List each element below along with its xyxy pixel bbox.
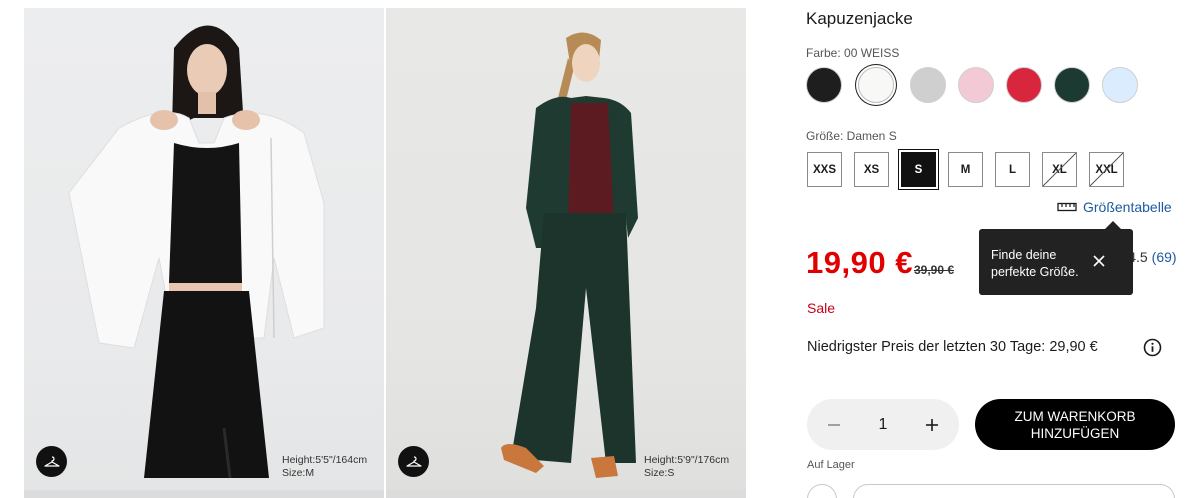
add-to-cart-button[interactable]: ZUM WARENKORB HINZUFÜGEN <box>975 399 1175 450</box>
size-selector: XXS XS S M L XL XXL <box>807 152 1124 187</box>
next-image-row <box>24 490 384 498</box>
color-swatch-gray[interactable] <box>910 67 946 103</box>
model-info: Height:5'5"/164cm Size:M <box>282 454 367 480</box>
size-option-l[interactable]: L <box>995 152 1030 187</box>
ruler-icon <box>1057 202 1077 212</box>
size-option-s[interactable]: S <box>901 152 936 187</box>
next-image-row <box>386 490 746 498</box>
product-image-1[interactable]: Height:5'5"/164cm Size:M <box>24 8 384 490</box>
unavailable-strike <box>1090 153 1123 186</box>
increase-quantity-button[interactable] <box>923 416 941 434</box>
tooltip-text: Finde deine perfekte Größe. <box>991 248 1079 279</box>
size-advisor-tooltip: Finde deine perfekte Größe. <box>979 221 1133 295</box>
size-label: Größe: Damen S <box>806 129 897 143</box>
hanger-icon <box>405 455 422 467</box>
product-image-2[interactable]: Height:5'9"/176cm Size:S <box>386 8 746 490</box>
size-chart-label: Größentabelle <box>1083 199 1172 215</box>
model-size: Size:M <box>282 467 315 479</box>
size-option-label: S <box>914 163 923 176</box>
quantity-value[interactable]: 1 <box>879 416 888 434</box>
model-height: Height:5'9"/176cm <box>644 454 730 466</box>
color-swatch-dark-green[interactable] <box>1054 67 1090 103</box>
lowest-price-note: Niedrigster Preis der letzten 30 Tage: 2… <box>807 339 1098 355</box>
size-option-label: XS <box>863 163 880 176</box>
review-count-link[interactable]: (69) <box>1152 249 1177 265</box>
plus-icon <box>926 418 938 431</box>
quantity-stepper: 1 <box>807 399 959 450</box>
color-swatches <box>806 67 1138 103</box>
color-label: Farbe: 00 WEISS <box>806 46 900 60</box>
size-option-xxl[interactable]: XXL <box>1089 152 1124 187</box>
model-size: Size:S <box>644 467 675 479</box>
decrease-quantity-button[interactable] <box>825 416 843 434</box>
close-icon[interactable] <box>1091 253 1107 269</box>
try-on-button[interactable] <box>36 446 67 477</box>
model-photo-white-hoodie <box>68 25 325 479</box>
current-price: 19,90 € <box>806 245 913 280</box>
size-option-label: L <box>1008 163 1017 176</box>
original-price: 39,90 € <box>914 263 955 277</box>
color-swatch-pink[interactable] <box>958 67 994 103</box>
size-option-label: XXS <box>812 163 836 176</box>
minus-icon <box>828 423 840 426</box>
try-on-button[interactable] <box>398 446 429 477</box>
color-swatch-black[interactable] <box>806 67 842 103</box>
color-swatch-white[interactable] <box>858 67 894 103</box>
size-chart-link[interactable]: Größentabelle <box>1057 199 1172 215</box>
size-option-label: M <box>960 163 971 176</box>
size-option-m[interactable]: M <box>948 152 983 187</box>
secondary-action-pill[interactable] <box>853 484 1175 498</box>
sale-label: Sale <box>807 300 836 316</box>
product-title: Kapuzenjacke <box>806 9 913 28</box>
stock-status: Auf Lager <box>807 459 855 471</box>
size-option-xxs[interactable]: XXS <box>807 152 842 187</box>
secondary-action-button[interactable] <box>807 484 837 498</box>
color-swatch-red[interactable] <box>1006 67 1042 103</box>
size-option-xs[interactable]: XS <box>854 152 889 187</box>
model-height: Height:5'5"/164cm <box>282 454 368 466</box>
size-option-xl[interactable]: XL <box>1042 152 1077 187</box>
color-swatch-light-blue[interactable] <box>1102 67 1138 103</box>
hanger-icon <box>43 455 60 467</box>
info-icon[interactable] <box>1143 338 1162 357</box>
unavailable-strike <box>1043 153 1076 186</box>
model-info: Height:5'9"/176cm Size:S <box>644 454 729 480</box>
model-photo-green-hoodie <box>501 32 638 478</box>
